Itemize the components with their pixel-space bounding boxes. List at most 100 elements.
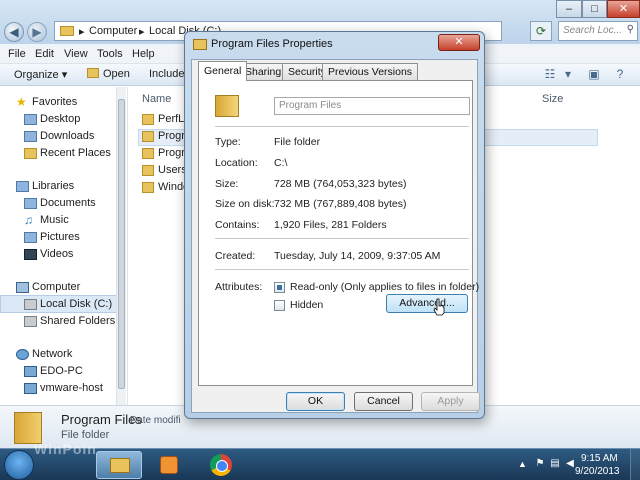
- back-button[interactable]: ◀: [4, 22, 24, 42]
- action-center-icon[interactable]: ⚑: [534, 458, 546, 470]
- column-header-name[interactable]: Name: [142, 93, 171, 105]
- taskbar-explorer[interactable]: [96, 451, 142, 479]
- nav-label: Music: [40, 214, 69, 226]
- recent-places-icon: [24, 148, 37, 159]
- refresh-button[interactable]: ⟳: [530, 21, 552, 41]
- contains-label: Contains:: [215, 219, 260, 231]
- nav-libraries[interactable]: Libraries: [0, 179, 126, 195]
- network-icon[interactable]: ▤: [549, 458, 561, 470]
- nav-label: Desktop: [40, 113, 81, 125]
- nav-shared-folders[interactable]: Shared Folders (\: [0, 314, 126, 330]
- views-icon[interactable]: ☷: [542, 66, 558, 82]
- size-on-disk-value: 732 MB (767,889,408 bytes): [274, 198, 407, 210]
- nav-local-disk[interactable]: Local Disk (C:): [0, 297, 126, 313]
- chrome-icon: [210, 454, 232, 476]
- nav-music[interactable]: ♫ Music: [0, 213, 126, 229]
- videos-icon: [24, 249, 37, 260]
- hidden-checkbox[interactable]: [274, 300, 285, 311]
- menu-file[interactable]: File: [8, 48, 26, 60]
- location-label: Location:: [215, 157, 258, 169]
- readonly-checkbox[interactable]: [274, 282, 285, 293]
- taskbar-media-player[interactable]: [146, 451, 192, 479]
- menu-view[interactable]: View: [64, 48, 88, 60]
- folder-icon: [142, 131, 154, 142]
- file-name: Users: [158, 164, 187, 176]
- include-in-library-button[interactable]: Include: [149, 68, 184, 80]
- dialog-close-button[interactable]: ✕: [438, 34, 480, 51]
- general-tab-panel: Program Files Type: File folder Location…: [198, 80, 479, 386]
- nav-documents[interactable]: Documents: [0, 196, 126, 212]
- search-input[interactable]: Search Loc... ⚲: [558, 21, 638, 41]
- network-drive-icon: [24, 316, 37, 327]
- nav-label: Pictures: [40, 231, 80, 243]
- created-value: Tuesday, July 14, 2009, 9:37:05 AM: [274, 250, 441, 262]
- menu-help[interactable]: Help: [132, 48, 155, 60]
- address-separator: ▸: [139, 26, 145, 38]
- apply-button[interactable]: Apply: [421, 392, 480, 411]
- nav-desktop[interactable]: Desktop: [0, 112, 126, 128]
- folder-icon: [215, 95, 239, 117]
- folder-icon: [142, 182, 154, 193]
- folder-icon: [14, 412, 42, 444]
- help-icon[interactable]: ?: [612, 66, 628, 82]
- location-value: C:\: [274, 157, 288, 169]
- details-modified-label: Date modifi: [130, 415, 181, 426]
- tray-expand-icon[interactable]: ▲: [518, 459, 527, 469]
- size-label: Size:: [215, 178, 239, 190]
- clock-date[interactable]: 9/20/2013: [575, 466, 620, 477]
- nav-videos[interactable]: Videos: [0, 247, 126, 263]
- desktop-icon: [24, 114, 37, 125]
- computer-icon: [24, 366, 37, 377]
- folder-icon: [110, 458, 130, 473]
- clock-time[interactable]: 9:15 AM: [581, 453, 618, 464]
- forward-button[interactable]: ▶: [27, 22, 47, 42]
- nav-scrollbar[interactable]: [116, 87, 126, 405]
- menu-edit[interactable]: Edit: [35, 48, 54, 60]
- folder-icon: [60, 26, 74, 36]
- nav-label: Libraries: [32, 180, 75, 192]
- nav-computer[interactable]: Computer: [0, 280, 126, 296]
- nav-favorites[interactable]: ★ Favorites: [0, 95, 126, 111]
- folder-icon: [142, 114, 154, 125]
- open-button[interactable]: Open: [87, 68, 130, 80]
- preview-pane-icon[interactable]: ▣: [586, 66, 602, 82]
- nav-vmware-host[interactable]: vmware-host: [0, 381, 126, 397]
- show-desktop-button[interactable]: [630, 449, 640, 480]
- advanced-button[interactable]: Advanced...: [386, 294, 468, 313]
- ok-button[interactable]: OK: [286, 392, 345, 411]
- nav-label: Downloads: [40, 130, 95, 142]
- nav-label: Local Disk (C:): [40, 298, 113, 310]
- taskbar-chrome[interactable]: [198, 451, 244, 479]
- organize-button[interactable]: Organize ▾: [14, 68, 67, 81]
- nav-pictures[interactable]: Pictures: [0, 230, 126, 246]
- watermark: WinPoin: [34, 441, 97, 457]
- nav-network[interactable]: Network: [0, 347, 126, 363]
- computer-icon: [24, 383, 37, 394]
- details-type: File folder: [61, 429, 110, 441]
- documents-icon: [24, 198, 37, 209]
- menu-tools[interactable]: Tools: [97, 48, 123, 60]
- nav-label: Documents: [40, 197, 96, 209]
- separator: [215, 126, 469, 127]
- tab-general[interactable]: General: [198, 61, 248, 81]
- breadcrumb-computer[interactable]: Computer: [89, 25, 137, 37]
- nav-recent-places[interactable]: Recent Places: [0, 146, 126, 162]
- music-icon: ♫: [24, 213, 33, 227]
- dialog-body: General Sharing Security Previous Versio…: [191, 59, 480, 413]
- nav-edo-pc[interactable]: EDO-PC: [0, 364, 126, 380]
- readonly-label[interactable]: Read-only (Only applies to files in fold…: [290, 281, 479, 293]
- nav-label: Recent Places: [40, 147, 111, 159]
- hidden-label[interactable]: Hidden: [290, 299, 323, 311]
- close-button[interactable]: ✕: [607, 0, 640, 18]
- created-label: Created:: [215, 250, 256, 262]
- tab-previous-versions[interactable]: Previous Versions: [322, 63, 419, 80]
- column-header-size[interactable]: Size: [542, 93, 563, 105]
- minimize-button[interactable]: –: [556, 0, 582, 18]
- cancel-button[interactable]: Cancel: [354, 392, 413, 411]
- nav-downloads[interactable]: Downloads: [0, 129, 126, 145]
- maximize-button[interactable]: □: [582, 0, 607, 18]
- start-button[interactable]: [4, 450, 34, 480]
- scrollbar-thumb[interactable]: [118, 99, 125, 389]
- folder-name-field[interactable]: Program Files: [274, 97, 470, 115]
- chevron-down-icon[interactable]: ▾: [560, 66, 576, 82]
